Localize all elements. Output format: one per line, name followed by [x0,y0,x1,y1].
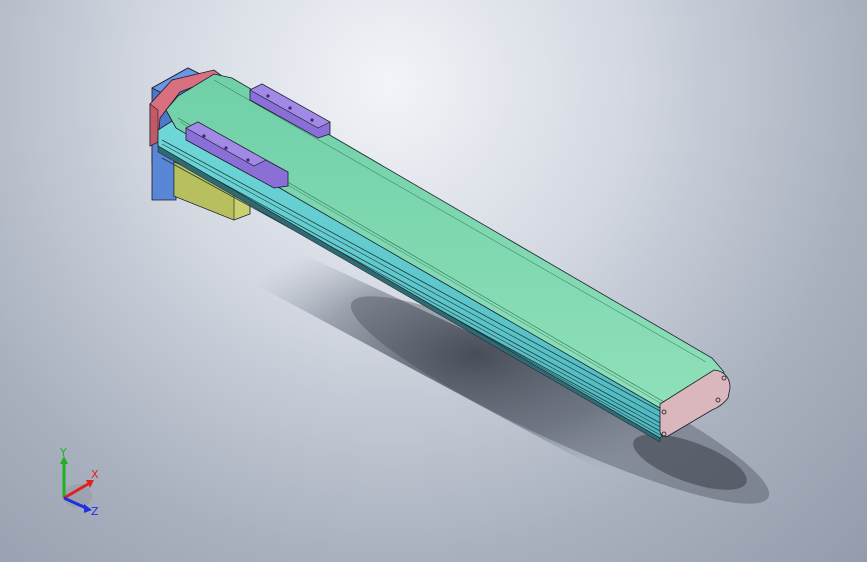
triad-z-label: Z [91,505,99,518]
triad-y-label: Y [59,448,67,459]
triad-x-label: X [91,468,99,481]
linear-actuator-model[interactable] [0,0,867,562]
coordinate-triad[interactable]: Y X Z [44,448,114,520]
graphics-viewport[interactable]: Y X Z [0,0,867,562]
